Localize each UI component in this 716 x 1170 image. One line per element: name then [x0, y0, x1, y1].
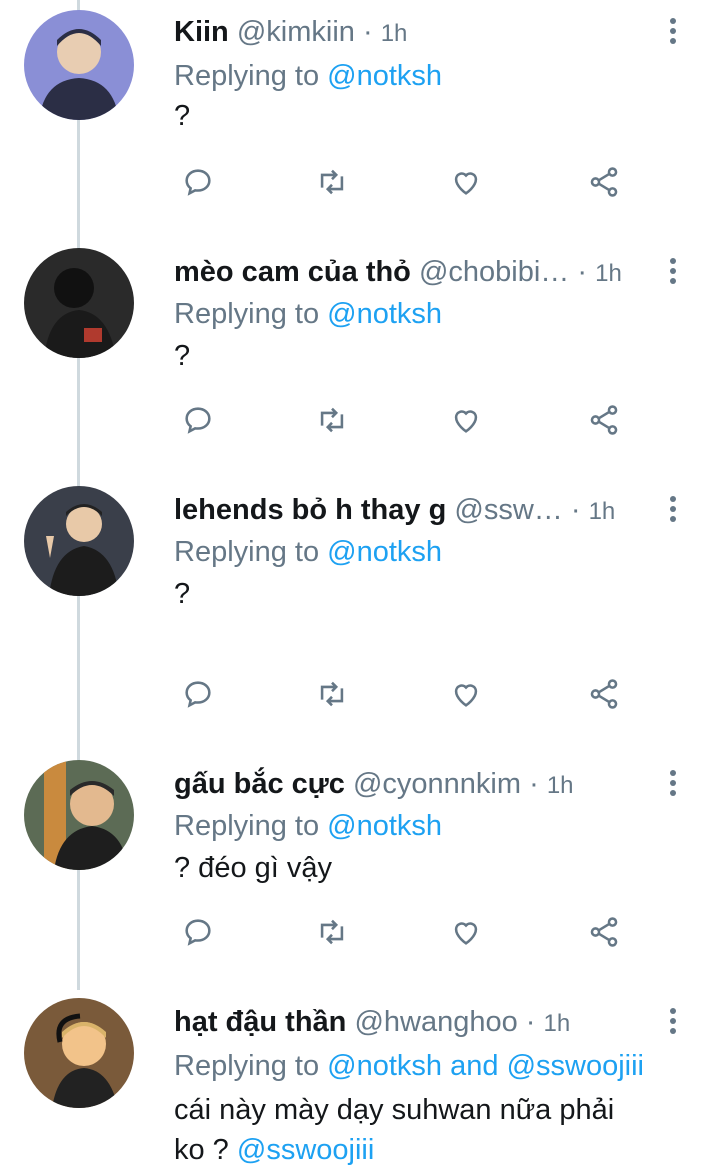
share-icon[interactable] — [584, 400, 624, 440]
replying-and: and — [450, 1050, 499, 1082]
reply-icon[interactable] — [178, 674, 218, 714]
replying-to: Replying to @notksh and @sswoojiii — [174, 1046, 644, 1086]
like-icon[interactable] — [446, 400, 486, 440]
reply-icon[interactable] — [178, 912, 218, 952]
mention-link[interactable]: @sswoojiii — [237, 1134, 374, 1166]
display-name[interactable]: Kiin — [174, 16, 229, 48]
timestamp[interactable]: 1h — [589, 498, 616, 525]
tweet-actions — [174, 912, 644, 952]
tweet-header: gấu bắc cực @cyonnnkim · 1h — [174, 764, 662, 804]
like-icon[interactable] — [446, 674, 486, 714]
mention-link[interactable]: @notksh — [327, 810, 442, 842]
retweet-icon[interactable] — [312, 400, 352, 440]
display-name[interactable]: hạt đậu thần — [174, 1006, 346, 1038]
separator-dot: · — [577, 256, 588, 288]
user-handle[interactable]: @ssw… — [454, 494, 562, 526]
replying-to: Replying to @notksh — [174, 532, 442, 572]
retweet-icon[interactable] — [312, 674, 352, 714]
user-handle[interactable]: @hwanghoo — [354, 1006, 517, 1038]
tweet-header: Kiin @kimkiin · 1h — [174, 12, 662, 52]
display-name[interactable]: mèo cam của thỏ — [174, 256, 411, 288]
timestamp[interactable]: 1h — [381, 20, 408, 47]
avatar[interactable] — [24, 486, 134, 596]
separator-dot: · — [525, 1006, 536, 1038]
tweet-text: ? — [174, 100, 191, 132]
display-name[interactable]: gấu bắc cực — [174, 768, 345, 800]
avatar[interactable] — [24, 998, 134, 1108]
mention-link[interactable]: @notksh — [327, 1050, 442, 1082]
tweet-text-line: cái này mày dạy suhwan nữa phải — [174, 1094, 615, 1126]
more-vertical-icon[interactable] — [660, 254, 686, 294]
more-vertical-icon[interactable] — [660, 14, 686, 54]
replying-to: Replying to @notksh — [174, 294, 442, 334]
user-handle[interactable]: @kimkiin — [237, 16, 355, 48]
replying-to: Replying to @notksh — [174, 56, 442, 96]
avatar[interactable] — [24, 248, 134, 358]
replying-to: Replying to @notksh — [174, 806, 442, 846]
timestamp[interactable]: 1h — [595, 260, 622, 287]
replying-to-label: Replying to — [174, 1050, 320, 1082]
reply-icon[interactable] — [178, 400, 218, 440]
separator-dot: · — [362, 16, 373, 48]
display-name[interactable]: lehends bỏ h thay g — [174, 494, 446, 526]
more-vertical-icon[interactable] — [660, 766, 686, 806]
tweet-text: cái này mày dạy suhwan nữa phải ko ? @ss… — [174, 1090, 694, 1170]
tweet-header: lehends bỏ h thay g @ssw… · 1h — [174, 490, 662, 530]
separator-dot: · — [570, 494, 581, 526]
tweet-actions — [174, 674, 644, 714]
like-icon[interactable] — [446, 162, 486, 202]
separator-dot: · — [529, 768, 539, 800]
tweet-actions — [174, 162, 644, 202]
reply-icon[interactable] — [178, 162, 218, 202]
tweet-text-line: ko ? @sswoojiii — [174, 1130, 694, 1170]
timestamp[interactable]: 1h — [547, 772, 574, 799]
mention-link[interactable]: @notksh — [327, 298, 442, 330]
replying-to-label: Replying to — [174, 60, 320, 92]
tweet-actions — [174, 400, 644, 440]
tweet-header: hạt đậu thần @hwanghoo · 1h — [174, 1002, 662, 1042]
retweet-icon[interactable] — [312, 162, 352, 202]
tweet-text-fragment: ko ? — [174, 1134, 229, 1166]
tweet-text: ? — [174, 578, 191, 610]
replying-to-label: Replying to — [174, 536, 320, 568]
replying-to-label: Replying to — [174, 298, 320, 330]
tweet-text: ? đéo gì vậy — [174, 852, 332, 884]
mention-link[interactable]: @notksh — [327, 60, 442, 92]
user-handle[interactable]: @cyonnnkim — [353, 768, 521, 800]
more-vertical-icon[interactable] — [660, 1004, 686, 1044]
mention-link[interactable]: @sswoojiii — [507, 1050, 644, 1082]
share-icon[interactable] — [584, 912, 624, 952]
mention-link[interactable]: @notksh — [327, 536, 442, 568]
more-vertical-icon[interactable] — [660, 492, 686, 532]
avatar[interactable] — [24, 10, 134, 120]
like-icon[interactable] — [446, 912, 486, 952]
tweet-header: mèo cam của thỏ @chobibi… · 1h — [174, 252, 662, 292]
user-handle[interactable]: @chobibi… — [419, 256, 569, 288]
retweet-icon[interactable] — [312, 912, 352, 952]
share-icon[interactable] — [584, 674, 624, 714]
share-icon[interactable] — [584, 162, 624, 202]
replying-to-label: Replying to — [174, 810, 320, 842]
tweet-text: ? — [174, 340, 191, 372]
avatar[interactable] — [24, 760, 134, 870]
timestamp[interactable]: 1h — [544, 1010, 571, 1037]
